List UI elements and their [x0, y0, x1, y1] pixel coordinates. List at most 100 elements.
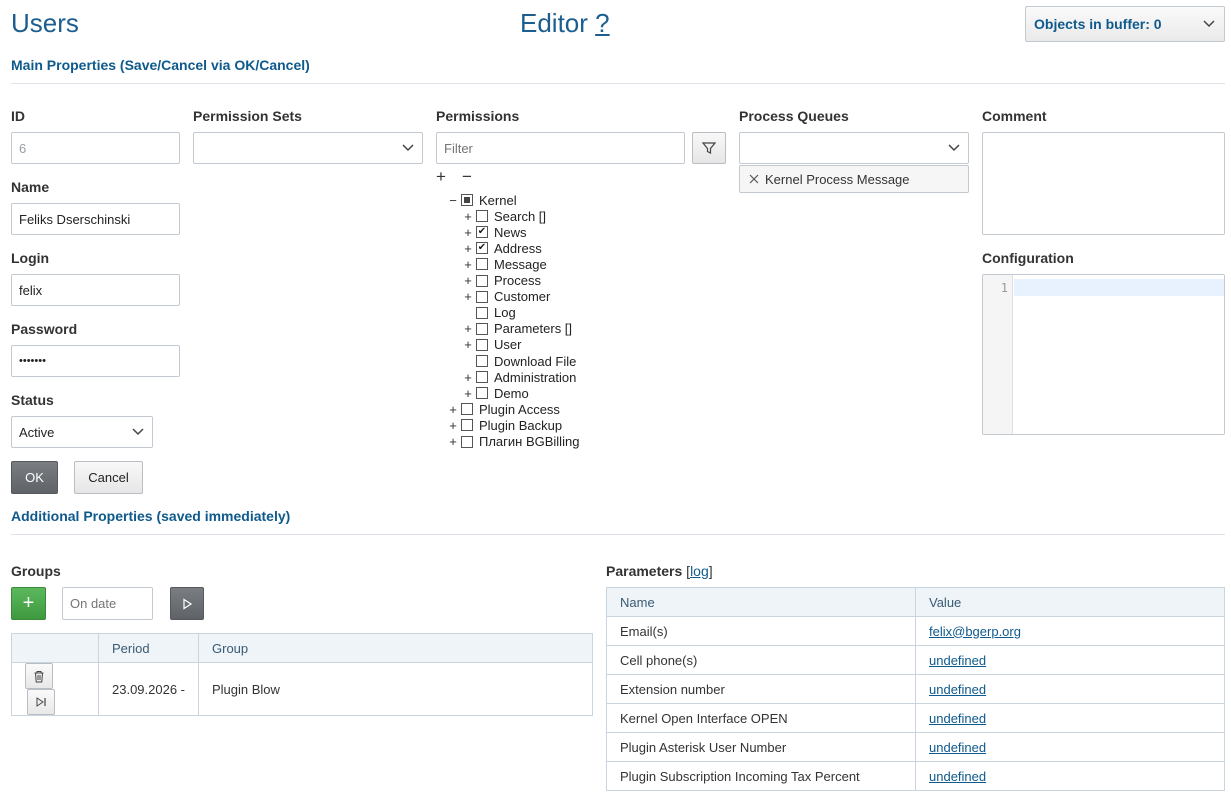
table-row: Plugin Subscription Incoming Tax Percent…	[606, 761, 1225, 791]
tree-node: + ✔ Address	[461, 240, 542, 256]
params-col-name: Name	[606, 587, 916, 617]
tree-checkbox[interactable]	[461, 403, 473, 416]
tree-checkbox[interactable]	[476, 290, 488, 303]
permission-sets-select[interactable]	[193, 132, 423, 164]
name-field[interactable]: Feliks Dserschinski	[11, 203, 180, 235]
password-label: Password	[11, 321, 78, 337]
parameters-log-link[interactable]: log	[690, 563, 709, 579]
tree-checkbox[interactable]	[461, 194, 473, 206]
password-field[interactable]: •••••••	[11, 345, 180, 377]
expand-all-button[interactable]: +	[436, 167, 446, 187]
page-title: Users	[11, 8, 79, 38]
tree-checkbox[interactable]	[476, 338, 488, 351]
param-value-cell: undefined	[915, 674, 1225, 704]
tree-toggle[interactable]: +	[461, 321, 475, 336]
tree-toggle[interactable]: +	[461, 370, 475, 385]
tree-label: Message	[494, 256, 547, 272]
param-value-link[interactable]: undefined	[929, 769, 986, 784]
tree-label: Process	[494, 273, 541, 288]
tree-toggle[interactable]: +	[461, 273, 475, 288]
play-icon	[183, 597, 193, 610]
groups-table: Period Group 23.09.2026 - Plugin Blow	[11, 633, 593, 716]
tree-checkbox[interactable]	[476, 387, 488, 400]
tree-checkbox[interactable]: ✔	[476, 242, 488, 255]
filter-button[interactable]	[692, 132, 726, 164]
tree-label: Demo	[494, 385, 529, 401]
additional-properties-title: Additional Properties (saved immediately…	[11, 508, 291, 524]
status-select[interactable]: Active	[11, 416, 153, 448]
chevron-down-icon	[402, 144, 414, 152]
tree-checkbox[interactable]	[476, 258, 488, 271]
tree-toggle[interactable]: +	[461, 209, 475, 224]
main-properties-title: Main Properties (Save/Cancel via OK/Canc…	[11, 57, 310, 73]
param-value-link[interactable]: undefined	[929, 740, 986, 755]
process-queues-select[interactable]	[739, 132, 969, 164]
tree-checkbox[interactable]	[476, 355, 488, 367]
status-value: Active	[19, 424, 55, 440]
chevron-down-icon	[1203, 20, 1215, 28]
tree-toggle[interactable]: +	[461, 257, 475, 272]
tree-checkbox[interactable]	[476, 210, 488, 223]
tree-label: Plugin Access	[479, 401, 560, 417]
tree-checkbox[interactable]	[476, 371, 488, 384]
tree-checkbox[interactable]	[461, 419, 473, 432]
delete-button[interactable]	[25, 663, 53, 689]
param-value-link[interactable]: undefined	[929, 653, 986, 668]
on-date-input[interactable]	[62, 587, 153, 620]
permissions-filter-input[interactable]	[436, 132, 685, 164]
buffer-dropdown[interactable]: Objects in buffer: 0	[1025, 6, 1225, 42]
tree-node: + Plugin Access	[446, 401, 560, 417]
tree-checkbox[interactable]	[476, 274, 488, 287]
param-value-cell: felix@bgerp.org	[915, 616, 1225, 646]
tree-checkbox[interactable]: ✔	[476, 226, 488, 239]
row-group: Plugin Blow	[198, 662, 593, 716]
login-label: Login	[11, 250, 50, 266]
help-link[interactable]: ?	[595, 8, 609, 38]
groups-col-period: Period	[98, 633, 199, 663]
row-period: 23.09.2026 -	[98, 662, 199, 716]
id-field[interactable]: 6	[11, 132, 180, 164]
comment-textarea[interactable]	[982, 132, 1225, 235]
parameters-label: Parameters [log]	[606, 563, 713, 579]
param-value-link[interactable]: undefined	[929, 682, 986, 697]
param-value-link[interactable]: felix@bgerp.org	[929, 624, 1021, 639]
tree-node: + Customer	[461, 289, 550, 305]
tree-toggle[interactable]: +	[461, 386, 475, 401]
tree-node: + Administration	[461, 369, 576, 385]
login-field[interactable]: felix	[11, 274, 180, 306]
tree-toggle[interactable]: +	[461, 225, 475, 240]
configuration-editor[interactable]: 1	[982, 274, 1225, 435]
tree-toggle[interactable]: −	[446, 193, 460, 208]
line-number: 1	[1000, 281, 1008, 295]
apply-date-button[interactable]	[170, 587, 204, 620]
param-value-cell: undefined	[915, 761, 1225, 791]
id-label: ID	[11, 108, 25, 124]
tree-checkbox[interactable]	[476, 322, 488, 335]
table-row: Email(s) felix@bgerp.org	[606, 616, 1225, 646]
tree-toggle[interactable]: +	[461, 241, 475, 256]
close-icon[interactable]	[748, 173, 760, 185]
collapse-all-button[interactable]: −	[462, 167, 472, 187]
parameters-table: Name Value Email(s) felix@bgerp.org Cell p…	[606, 587, 1225, 791]
param-value-link[interactable]: undefined	[929, 711, 986, 726]
tree-toggle[interactable]: +	[446, 418, 460, 433]
param-name: Email(s)	[606, 616, 916, 646]
tree-node: + User	[461, 337, 521, 353]
tree-checkbox[interactable]	[461, 435, 473, 448]
tree-toggle[interactable]: +	[461, 337, 475, 352]
chevron-down-icon	[132, 428, 144, 436]
status-label: Status	[11, 392, 54, 408]
tree-checkbox[interactable]	[476, 306, 488, 319]
param-name: Kernel Open Interface OPEN	[606, 703, 916, 733]
active-line	[1014, 279, 1224, 296]
tree-toggle[interactable]: +	[446, 402, 460, 417]
line-gutter: 1	[983, 275, 1013, 434]
cancel-button[interactable]: Cancel	[74, 461, 143, 494]
add-group-button[interactable]: +	[11, 587, 46, 620]
tree-toggle[interactable]: +	[446, 434, 460, 449]
close-period-button[interactable]	[27, 689, 55, 715]
ok-button[interactable]: OK	[11, 461, 58, 494]
table-row: Extension number undefined	[606, 674, 1225, 704]
tree-toggle[interactable]: +	[461, 289, 475, 304]
divider	[11, 534, 1225, 535]
